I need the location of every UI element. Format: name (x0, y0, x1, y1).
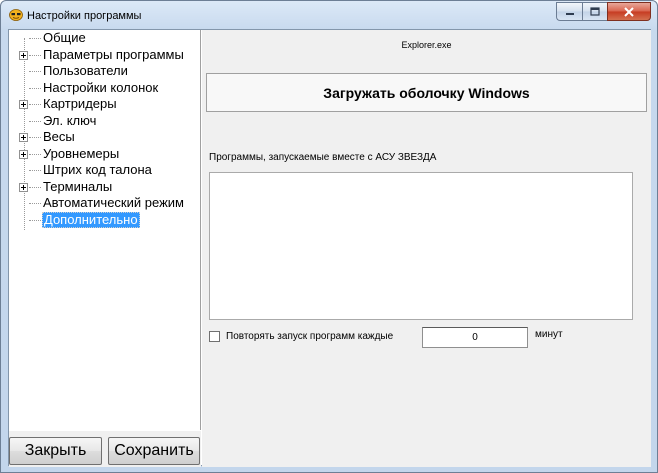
tree-item-label[interactable]: Автоматический режим (42, 195, 185, 211)
tree-item[interactable]: Уровнемеры (9, 146, 199, 162)
tree-branch-line (29, 87, 41, 89)
close-button[interactable]: Закрыть (9, 437, 102, 465)
tree-branch-line (29, 120, 41, 122)
minutes-unit-label: минут (535, 329, 563, 340)
tree-item[interactable]: Пользователи (9, 63, 199, 79)
tree-branch-line (29, 71, 41, 72)
close-window-button[interactable] (607, 2, 651, 21)
tree-item[interactable]: Эл. ключ (9, 113, 199, 129)
tree-item-label[interactable]: Пользователи (42, 63, 129, 79)
tree-item-label[interactable]: Картридеры (42, 96, 118, 112)
tree-item-label[interactable]: Уровнемеры (42, 146, 120, 162)
tree-item[interactable]: Штрих код талона (9, 162, 199, 178)
repeat-minutes-input[interactable] (422, 327, 528, 348)
repeat-launch-checkbox[interactable] (209, 331, 220, 342)
expand-plus-icon[interactable] (19, 133, 28, 142)
maximize-icon (590, 7, 600, 16)
tree-branch-line (29, 219, 41, 221)
tree-item-label[interactable]: Штрих код талона (42, 162, 153, 178)
repeat-launch-row: Повторять запуск программ каждые минут (209, 327, 639, 348)
tree-branch-line (29, 104, 41, 105)
maximize-button[interactable] (582, 2, 607, 21)
window-title: Настройки программы (27, 10, 142, 22)
tree-item[interactable]: Весы (9, 129, 199, 145)
tree-branch-line (29, 38, 41, 39)
app-icon (9, 9, 23, 21)
close-icon (624, 6, 634, 17)
settings-tree[interactable]: Общие Параметры программы Пользователи Наст… (9, 30, 201, 430)
title-bar[interactable]: Настройки программы (1, 1, 657, 29)
tree-item[interactable]: Картридеры (9, 96, 199, 112)
tree-branch-line (29, 153, 41, 155)
minimize-button[interactable] (556, 2, 582, 21)
tree-item[interactable]: Автоматический режим (9, 195, 199, 211)
tree-item[interactable]: Дополнительно (9, 211, 199, 228)
tree-item-label[interactable]: Общие (42, 30, 87, 46)
caption-buttons (556, 2, 651, 21)
tree-item[interactable]: Терминалы (9, 179, 199, 195)
tree-item[interactable]: Общие (9, 30, 199, 46)
tree-item-label[interactable]: Настройки колонок (42, 80, 159, 96)
settings-panel-additional: Explorer.exe Загружать оболочку Windows … (202, 30, 651, 467)
minimize-icon (565, 12, 574, 15)
tree-branch-line (29, 186, 41, 188)
tree-item-label[interactable]: Терминалы (42, 179, 113, 195)
programs-list-label: Программы, запускаемые вместе с АСУ ЗВЕЗ… (209, 152, 437, 163)
programs-list[interactable] (209, 172, 633, 320)
settings-window: Настройки программы Общие Параметры прогр… (0, 0, 658, 473)
repeat-launch-label[interactable]: Повторять запуск программ каждые (226, 331, 393, 342)
tree-branch-line (29, 170, 41, 171)
tree-branch-line (29, 137, 41, 138)
tree-item[interactable]: Настройки колонок (9, 80, 199, 96)
expand-plus-icon[interactable] (19, 50, 28, 60)
tree-branch-line (29, 203, 41, 204)
load-windows-shell-button[interactable]: Загружать оболочку Windows (206, 73, 647, 112)
tree-item-label[interactable]: Параметры программы (42, 47, 185, 63)
client-area: Общие Параметры программы Пользователи Наст… (8, 29, 651, 467)
expand-plus-icon[interactable] (19, 149, 28, 159)
button-bar: Закрыть Сохранить (9, 431, 201, 467)
tree-item-label[interactable]: Весы (42, 129, 76, 145)
expand-plus-icon[interactable] (19, 182, 28, 192)
expand-plus-icon[interactable] (19, 100, 28, 109)
tree-item[interactable]: Параметры программы (9, 47, 199, 63)
tree-item-label[interactable]: Эл. ключ (42, 113, 97, 129)
tree-item-label[interactable]: Дополнительно (42, 211, 140, 228)
tree-branch-line (29, 54, 41, 56)
shell-exe-label: Explorer.exe (401, 40, 452, 50)
save-button[interactable]: Сохранить (108, 437, 200, 465)
